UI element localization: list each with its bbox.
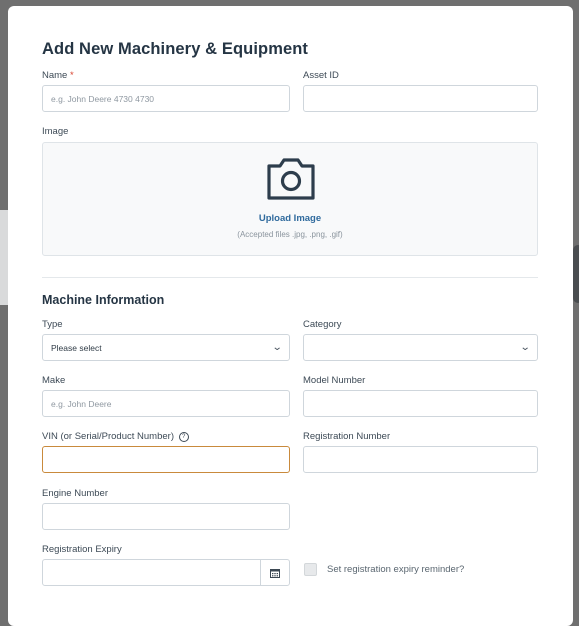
camera-icon [267,158,315,200]
type-select[interactable]: Please select ⌄ [42,334,290,361]
chevron-down-icon: ⌄ [271,342,283,353]
image-label: Image [42,126,69,137]
model-number-label: Model Number [303,375,366,386]
add-machinery-modal: Add New Machinery & Equipment Name * Ass… [8,6,573,626]
expiry-reminder-label[interactable]: Set registration expiry reminder? [327,564,464,575]
name-label: Name * [42,70,74,81]
engine-number-label: Engine Number [42,488,109,499]
modal-title: Add New Machinery & Equipment [42,40,309,58]
registration-expiry-field[interactable] [42,559,290,586]
name-input[interactable] [42,85,290,112]
asset-id-input[interactable] [303,85,538,112]
section-divider [42,277,538,278]
model-number-input[interactable] [303,390,538,417]
calendar-button[interactable] [260,560,289,585]
registration-expiry-label: Registration Expiry [42,544,122,555]
engine-number-input[interactable] [42,503,290,530]
chevron-down-icon: ⌄ [519,342,531,353]
expiry-reminder-checkbox[interactable] [304,563,317,576]
upload-image-link[interactable]: Upload Image [43,213,537,224]
asset-id-label: Asset ID [303,70,339,81]
vin-input[interactable] [42,446,290,473]
type-selected-value: Please select [51,342,102,353]
registration-number-label: Registration Number [303,431,391,442]
background-page-card [573,245,579,303]
accepted-files-hint: (Accepted files .jpg, .png, .gif) [237,230,343,239]
type-label: Type [42,319,63,330]
machine-information-heading: Machine Information [42,293,165,307]
background-page-strip [0,210,8,305]
required-mark: * [69,70,74,81]
image-upload-dropzone[interactable]: Upload Image (Accepted files .jpg, .png,… [42,142,538,256]
help-icon[interactable]: ? [178,432,189,442]
calendar-icon [270,568,280,578]
category-label: Category [303,319,342,330]
make-label: Make [42,375,66,386]
vin-label: VIN (or Serial/Product Number) ? [42,431,189,442]
category-select[interactable]: ⌄ [303,334,538,361]
make-input[interactable] [42,390,290,417]
registration-number-input[interactable] [303,446,538,473]
